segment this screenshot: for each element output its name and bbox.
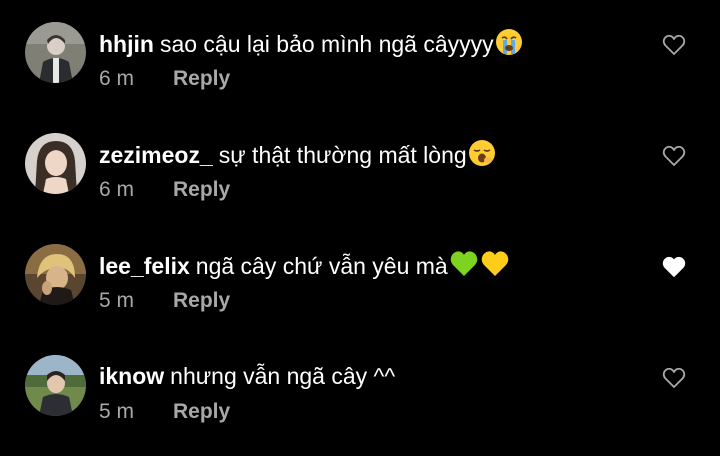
reply-button[interactable]: Reply bbox=[173, 289, 230, 312]
comment-time: 5 m bbox=[99, 400, 135, 423]
reply-button[interactable]: Reply bbox=[173, 178, 230, 201]
avatar[interactable] bbox=[25, 244, 86, 305]
heart-filled-icon[interactable] bbox=[662, 256, 686, 278]
green-heart-icon bbox=[449, 250, 479, 285]
comment-text: sự thật thường mất lòng bbox=[218, 142, 467, 168]
comment-meta: 5 m Reply bbox=[99, 399, 230, 425]
comment-username[interactable]: iknow bbox=[99, 363, 164, 389]
comment-text: nhưng vẫn ngã cây ^^ bbox=[170, 363, 396, 389]
heart-outline-icon[interactable] bbox=[662, 34, 686, 56]
avatar[interactable] bbox=[25, 22, 86, 83]
crying-face-icon bbox=[495, 28, 523, 63]
avatar[interactable] bbox=[25, 355, 86, 416]
comment-time: 6 m bbox=[99, 67, 135, 90]
yawning-face-icon bbox=[468, 139, 496, 174]
comment-meta: 5 m Reply bbox=[99, 288, 230, 314]
comment-text: sao cậu lại bảo mình ngã câyyyy bbox=[159, 31, 494, 57]
avatar-image bbox=[25, 244, 86, 305]
comment-meta: 6 m Reply bbox=[99, 177, 230, 203]
comment-line: hhjin sao cậu lại bảo mình ngã câyyyy bbox=[99, 28, 523, 63]
comment-username[interactable]: hhjin bbox=[99, 31, 154, 57]
comment-line: zezimeoz_ sự thật thường mất lòng bbox=[99, 139, 496, 174]
reply-button[interactable]: Reply bbox=[173, 67, 230, 90]
comment-line: lee_felix ngã cây chứ vẫn yêu mà bbox=[99, 250, 510, 285]
comment-text: ngã cây chứ vẫn yêu mà bbox=[195, 253, 448, 279]
comment-item: iknow nhưng vẫn ngã cây ^^ 5 m Reply bbox=[0, 355, 720, 455]
reply-button[interactable]: Reply bbox=[173, 400, 230, 423]
comment-item: zezimeoz_ sự thật thường mất lòng 6 m Repl… bbox=[0, 133, 720, 233]
avatar-image bbox=[25, 133, 86, 194]
avatar[interactable] bbox=[25, 133, 86, 194]
comment-username[interactable]: lee_felix bbox=[99, 253, 190, 279]
comment-item: lee_felix ngã cây chứ vẫn yêu mà 5 m Reply bbox=[0, 244, 720, 344]
avatar-image bbox=[25, 355, 86, 416]
heart-outline-icon[interactable] bbox=[662, 367, 686, 389]
avatar-image bbox=[25, 22, 86, 83]
comment-time: 5 m bbox=[99, 289, 135, 312]
comment-item: hhjin sao cậu lại bảo mình ngã câyyyy 6 m… bbox=[0, 22, 720, 122]
yellow-heart-icon bbox=[480, 250, 510, 285]
comment-username[interactable]: zezimeoz_ bbox=[99, 142, 213, 168]
comment-time: 6 m bbox=[99, 178, 135, 201]
heart-outline-icon[interactable] bbox=[662, 145, 686, 167]
comment-meta: 6 m Reply bbox=[99, 66, 230, 92]
comment-line: iknow nhưng vẫn ngã cây ^^ bbox=[99, 361, 395, 391]
